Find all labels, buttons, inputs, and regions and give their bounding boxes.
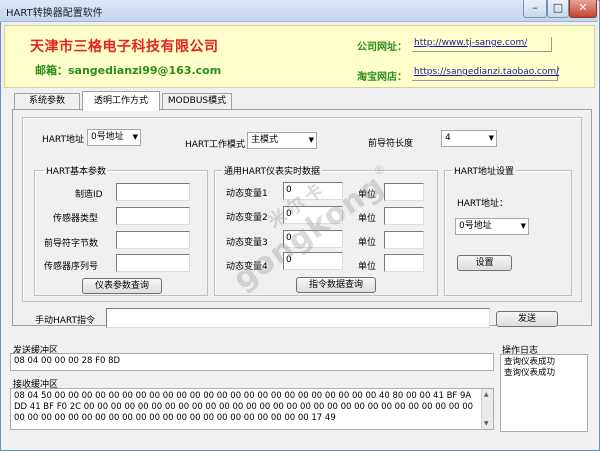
taobao-link[interactable]: https://sangedianzi.taobao.com/ [412,66,559,81]
preamble-length-value: 4 [445,133,451,143]
website-label: 公司网址： [357,42,407,53]
tab-system-params[interactable]: 系统参数 [14,93,80,109]
address-setting-value: 0号地址 [459,221,492,231]
sensor-type-field[interactable] [116,207,190,225]
log-line: 查询仪表成功 [504,368,556,378]
receive-buffer-scrollbar[interactable]: ▲ ▼ [481,389,493,429]
address-setting-select[interactable]: 0号地址 ▼ [455,218,529,235]
unit3-field[interactable] [384,231,424,249]
receive-buffer-text[interactable]: 08 04 50 00 00 00 00 00 00 00 00 00 00 0… [10,388,494,430]
command-query-button[interactable]: 指令数据查询 [296,277,376,293]
preamble-length-label: 前导符长度 [368,139,414,149]
preamble-bytes-field[interactable] [116,231,190,249]
company-email: 邮箱：sangedianzi99@163.com [35,64,222,77]
work-mode-select[interactable]: 主模式 ▼ [247,132,317,149]
chevron-down-icon: ▼ [132,133,138,141]
website-link[interactable]: http://www.tj-sange.com/ [412,37,552,52]
unit4-field[interactable] [384,254,424,272]
manufacturer-id-field[interactable] [116,183,190,201]
dynamic-var2-field[interactable]: 0 [283,206,343,224]
close-button[interactable]: ✕ [569,0,597,18]
unit4-label: 单位 [358,262,377,272]
preamble-bytes-label: 前导符字节数 [44,239,99,249]
sensor-serial-label: 传感器序列号 [44,262,99,272]
basic-params-title: HART基本参数 [44,164,109,177]
address-settings-title: HART地址设置 [452,164,517,177]
company-name: 天津市三格电子科技有限公司 [30,39,219,55]
hart-address-select[interactable]: 0号地址 ▼ [87,129,141,146]
tab-modbus-mode[interactable]: MODBUS模式 [162,93,232,109]
instrument-query-button[interactable]: 仪表参数查询 [82,278,162,294]
hart-address-label: HART地址 [42,135,85,145]
address-setting-label: HART地址： [457,199,509,209]
operation-log-text[interactable]: 查询仪表成功 查询仪表成功 [500,354,588,432]
sensor-type-label: 传感器类型 [53,214,99,224]
dynamic-var3-field[interactable]: 0 [283,230,343,248]
maximize-button[interactable]: □ [547,0,569,18]
tab-transparent-mode[interactable]: 透明工作方式 [82,91,160,111]
sensor-serial-field[interactable] [116,254,190,272]
unit2-field[interactable] [384,207,424,225]
unit1-label: 单位 [358,190,377,200]
chevron-down-icon: ▼ [520,222,526,230]
set-address-button[interactable]: 设置 [457,255,512,271]
hart-address-value: 0号地址 [91,132,124,142]
scroll-up-icon: ▲ [484,391,489,398]
minimize-icon: – [532,1,538,14]
realtime-data-title: 通用HART仪表实时数据 [222,164,323,177]
minimize-button[interactable]: – [523,0,547,18]
send-buffer-text[interactable]: 08 04 00 00 00 28 F0 8D [10,353,494,371]
work-mode-value: 主模式 [251,135,279,145]
work-mode-label: HART工作模式 [185,140,246,150]
manual-command-input[interactable] [106,308,490,328]
preamble-length-select[interactable]: 4 ▼ [441,130,497,147]
dynamic-var1-field[interactable]: 0 [283,182,343,200]
chevron-down-icon: ▼ [488,134,494,142]
manufacturer-id-label: 制造ID [75,190,103,200]
dynamic-var4-label: 动态变量4 [226,262,268,272]
chevron-down-icon: ▼ [308,136,314,144]
unit2-label: 单位 [358,214,377,224]
maximize-icon: □ [552,1,564,14]
unit3-label: 单位 [358,238,377,248]
dynamic-var1-label: 动态变量1 [226,189,268,199]
manual-command-label: 手动HART指令 [35,316,96,326]
scroll-down-icon: ▼ [484,420,489,427]
dynamic-var4-field[interactable]: 0 [283,252,343,270]
close-icon: ✕ [578,1,588,14]
log-line: 查询仪表成功 [504,357,556,367]
taobao-label: 淘宝网店： [357,72,407,83]
dynamic-var2-label: 动态变量2 [226,213,268,223]
send-button[interactable]: 发送 [496,311,558,327]
window-title: HART转换器配置软件 [6,8,103,19]
unit1-field[interactable] [384,183,424,201]
dynamic-var3-label: 动态变量3 [226,238,268,248]
